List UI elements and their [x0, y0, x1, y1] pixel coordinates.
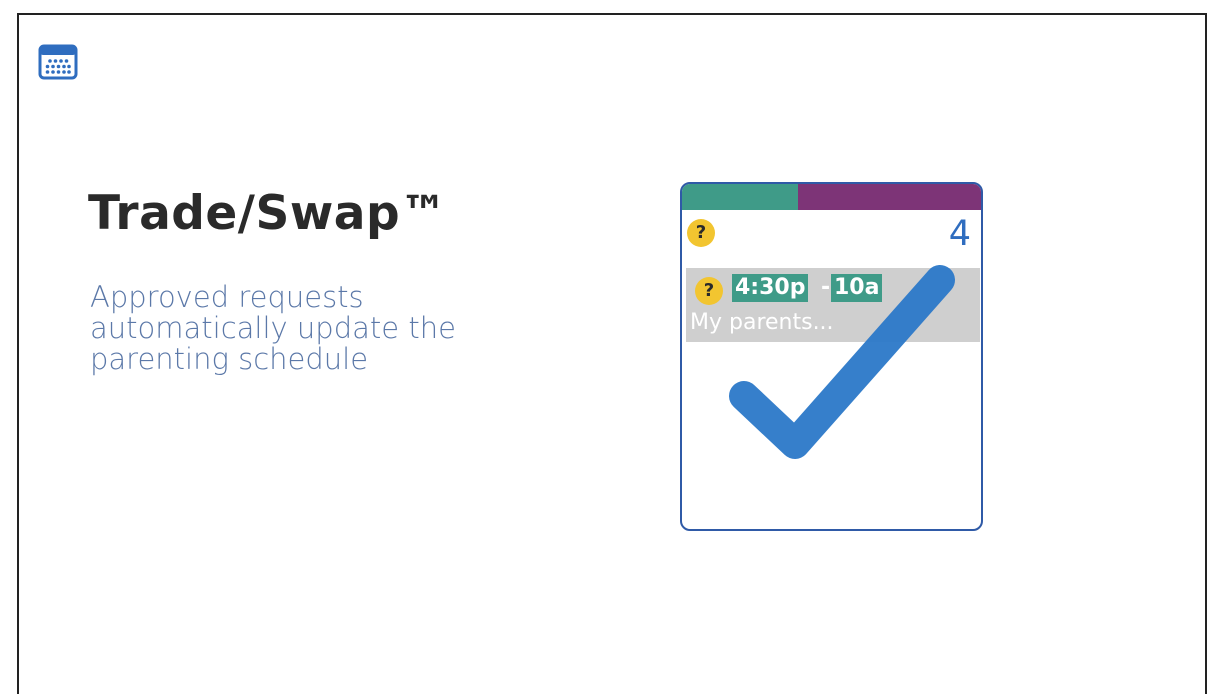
subtitle-line: Approved requests [90, 280, 364, 314]
calendar-day-card[interactable]: ? 4 ? 4:30p - 10a My parents... [680, 182, 983, 531]
event-description: My parents... [690, 310, 834, 335]
question-badge-icon[interactable]: ? [687, 219, 715, 247]
subtitle-line: parenting schedule [90, 342, 369, 376]
calendar-event[interactable]: ? 4:30p - 10a My parents... [686, 268, 980, 342]
subtitle-line: automatically update the [90, 311, 456, 345]
event-start-time: 4:30p [732, 274, 809, 302]
time-separator: - [821, 275, 831, 300]
day-number: 4 [948, 214, 971, 254]
parent-b-stripe [798, 184, 981, 210]
slide-title: Trade/Swap™ [88, 186, 448, 241]
event-end-time: 10a [831, 274, 883, 302]
parent-a-stripe [682, 184, 798, 210]
checkmark-icon [729, 265, 955, 459]
calendar-icon [38, 44, 78, 80]
question-badge-icon[interactable]: ? [695, 277, 723, 305]
slide-subtitle: Approved requests automatically update t… [90, 282, 560, 375]
